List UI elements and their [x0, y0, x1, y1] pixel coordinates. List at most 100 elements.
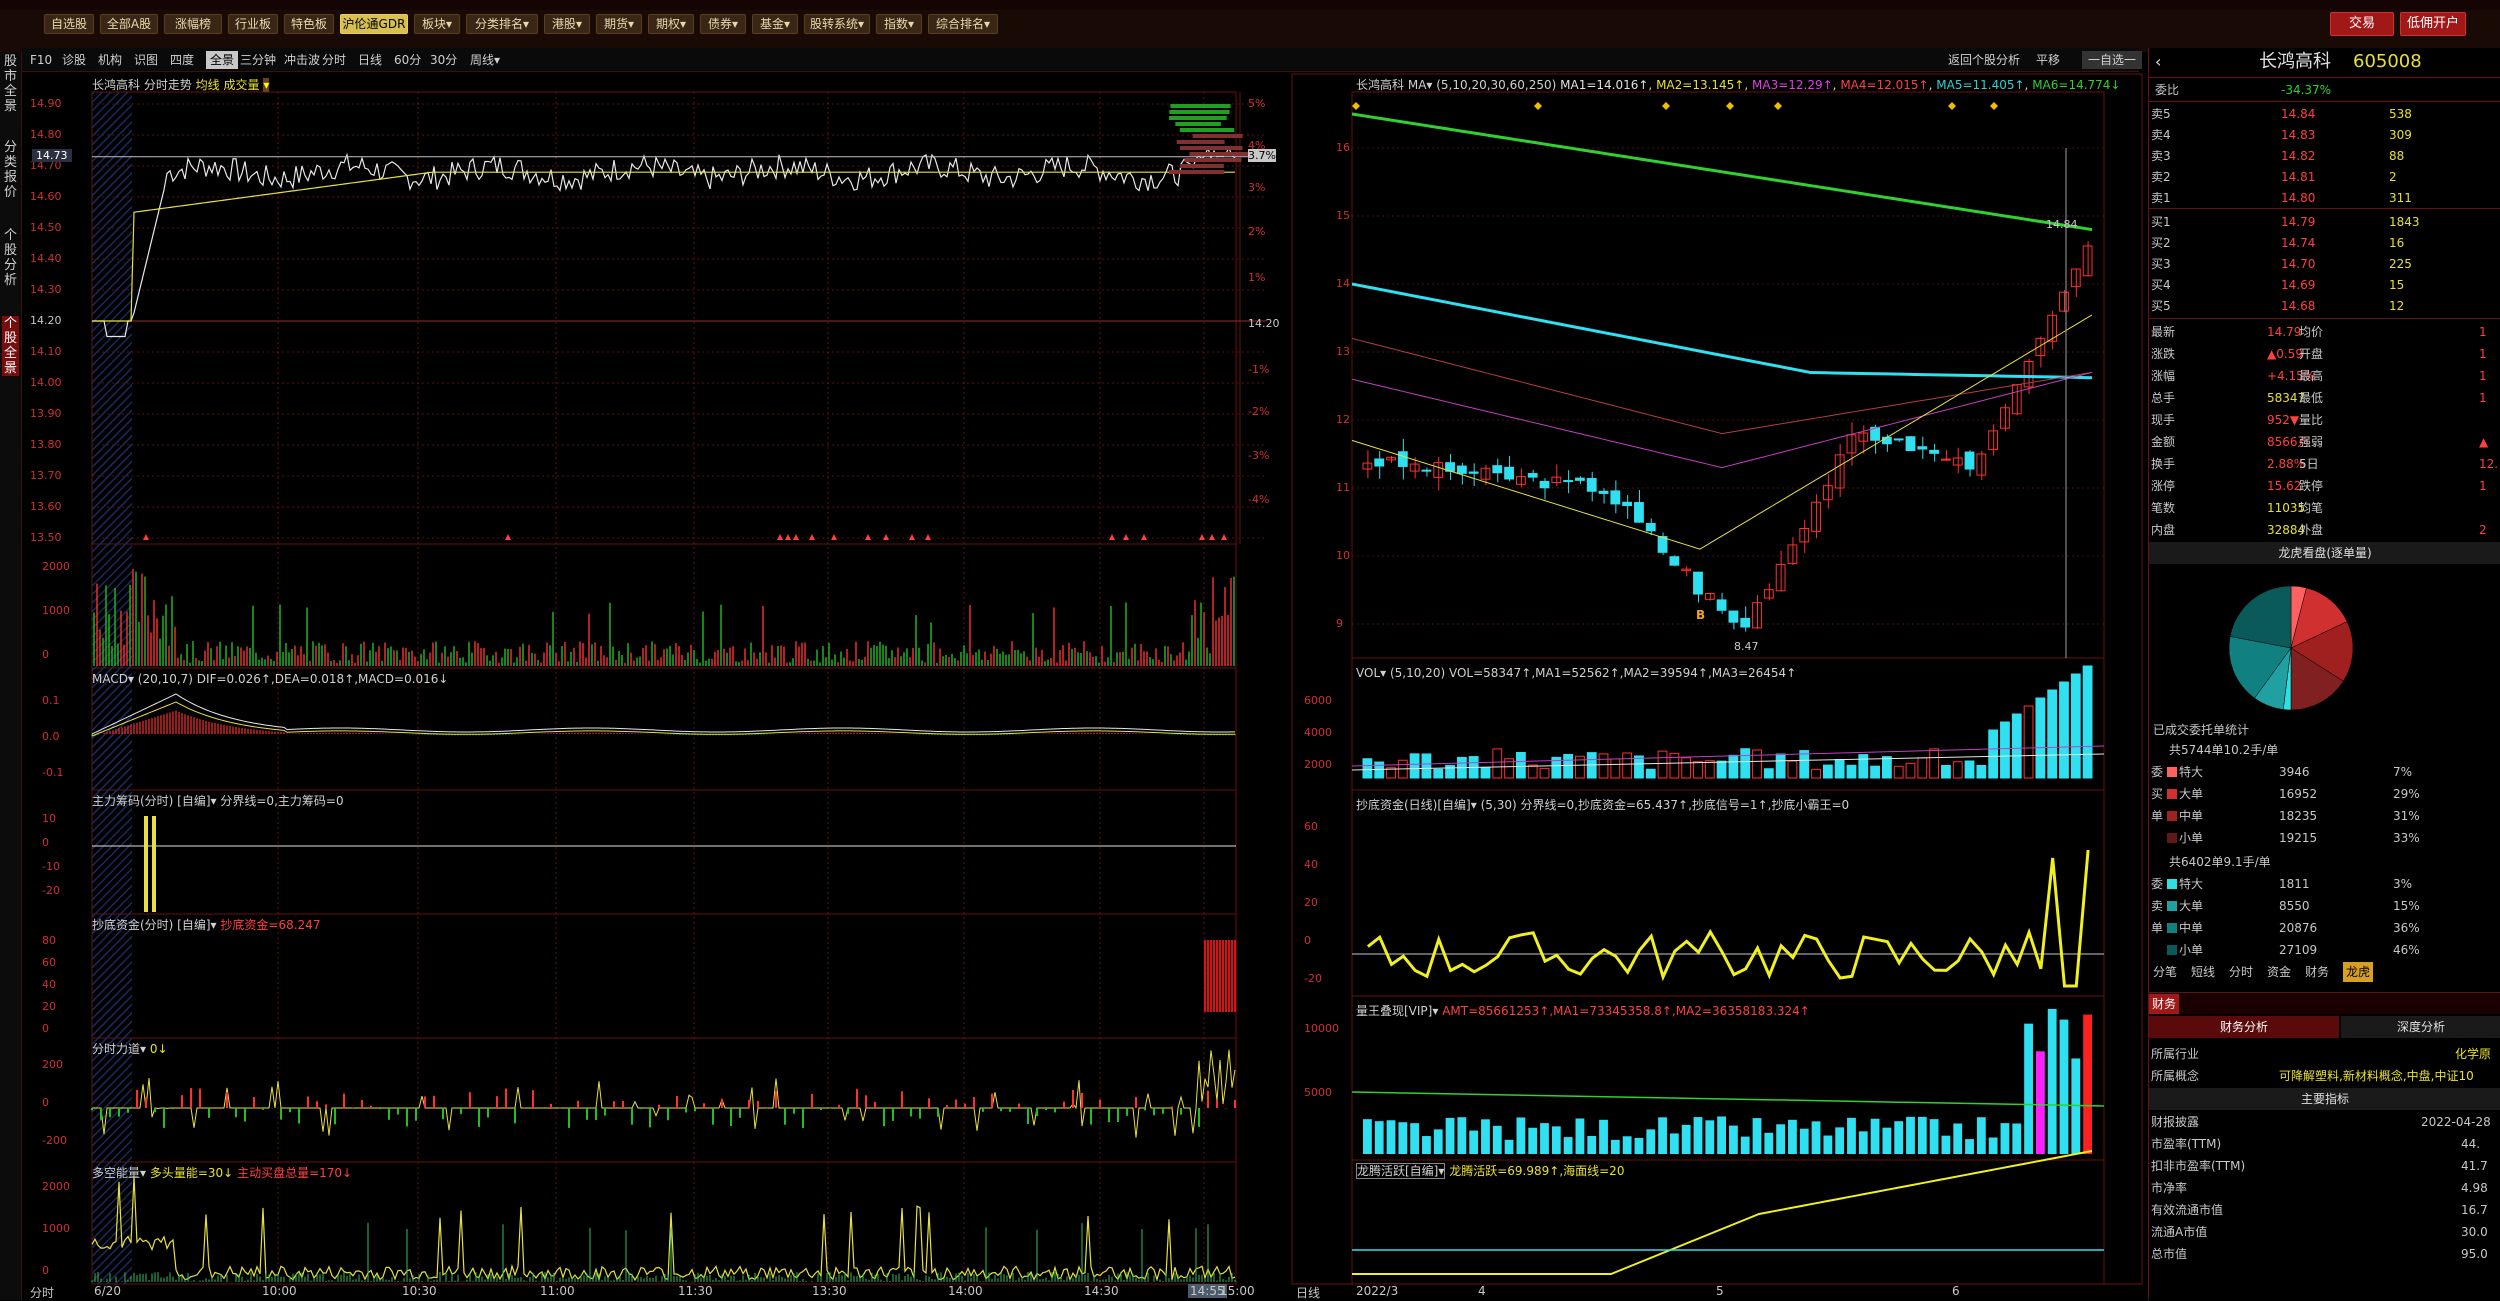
toolbar-item-7[interactable]: 冲击波 [284, 51, 320, 69]
toolbar-right-1[interactable]: 平移 [2036, 51, 2060, 69]
tab-stock-panorama[interactable]: 个股全景 [2, 316, 19, 376]
quote-tab-0[interactable]: 分笔 [2153, 962, 2177, 982]
fin-row: 市净率 4.98 [2151, 1181, 2488, 1195]
back-arrow-icon[interactable]: ‹ [2155, 52, 2161, 72]
menu-item-14[interactable]: 指数▾ [876, 14, 922, 34]
legend-swatch [2167, 811, 2177, 821]
tab-market-overview[interactable]: 股市全景 [2, 54, 19, 114]
pane-tick: -20 [42, 884, 60, 897]
quote-tab-2[interactable]: 分时 [2229, 962, 2253, 982]
kline-price-tick: 9 [1336, 617, 1343, 630]
menu-item-13[interactable]: 股转系统▾ [804, 14, 870, 34]
quote-tab-5[interactable]: 龙虎 [2343, 962, 2374, 982]
buy-order-row: 特大 3946 7% 委 [2151, 765, 2413, 779]
kline-period-label[interactable]: 日线 [1296, 1284, 1320, 1301]
menu-item-12[interactable]: 基金▾ [752, 14, 798, 34]
tab-deep-analysis[interactable]: 深度分析 [2341, 1016, 2500, 1038]
stock-code: 605008 [2353, 51, 2422, 72]
pct-tick: -3% [1248, 449, 1270, 462]
toolbar-right-2[interactable]: 一自选一 [2082, 51, 2143, 69]
menu-item-0[interactable]: 自选股 [44, 14, 94, 34]
menu-item-1[interactable]: 全部A股 [100, 14, 158, 34]
candle [1515, 476, 1526, 485]
candle [1728, 610, 1739, 623]
long-short-title: 多空能量▾ 多头量能=30↓ 主动买盘总量=170↓ [92, 1166, 353, 1180]
ask-row: 卖4 14.83 309 [2151, 128, 2412, 142]
toolbar-item-0[interactable]: F10 [30, 51, 52, 69]
buy-order-row: 小单 19215 33% [2149, 828, 2500, 848]
ask-row: 卖1 14.80 311 [2151, 191, 2412, 205]
menu-item-7[interactable]: 分类排名▾ [466, 14, 538, 34]
toolbar-item-4[interactable]: 四度 [170, 51, 194, 69]
toolbar-item-6[interactable]: 三分钟 [240, 51, 276, 69]
tab-category-quotes[interactable]: 分类报价 [2, 140, 19, 200]
menu-item-6[interactable]: 板块▾ [414, 14, 460, 34]
quote-tab-4[interactable]: 财务 [2305, 962, 2329, 982]
ask-row: 卖3 14.82 88 [2151, 149, 2405, 163]
toolbar-item-11[interactable]: 30分 [430, 51, 457, 69]
candle [1669, 556, 1680, 566]
toolbar-right-0[interactable]: 返回个股分析 [1948, 51, 2020, 69]
price-tick: 14.10 [30, 345, 62, 358]
kline-price-tick: 16 [1336, 141, 1350, 154]
price-line [92, 146, 1236, 338]
price-tick: 13.50 [30, 531, 62, 544]
kline-bottom-fund-title: 抄底资金(日线)[自编]▾ (5,30) 分界线=0,抄底资金=65.437↑,… [1356, 798, 1850, 812]
pane-tick: 0 [42, 1264, 49, 1277]
open-account-button[interactable]: 低佣开户 [2400, 12, 2466, 36]
candle [1716, 599, 1727, 611]
buy-order-row: 大单 16952 29% 买 [2151, 787, 2420, 801]
candle [1492, 465, 1503, 474]
toolbar-item-1[interactable]: 诊股 [62, 51, 86, 69]
stat-row: 涨幅 +4.15% 最高 1 [2151, 369, 2487, 383]
sell-order-row: 大单 8550 15% 卖 [2151, 899, 2420, 913]
bid-row: 买2 14.74 16 [2151, 236, 2405, 250]
pane-tick: 0 [42, 648, 49, 661]
stat-row: 最新 14.79 均价 1 [2151, 325, 2487, 339]
toolbar-item-5[interactable]: 全景 [206, 51, 239, 69]
period-label[interactable]: 分时 [30, 1284, 54, 1301]
trade-button[interactable]: 交易 [2330, 12, 2394, 36]
tab-stock-analysis[interactable]: 个股分析 [2, 228, 19, 288]
menu-item-15[interactable]: 综合排名▾ [928, 14, 998, 34]
quote-panel: ‹ 长鸿高科 605008 委比 -34.37% 卖5 14.84 538 卖4 14.8… [2148, 48, 2500, 1300]
menu-item-8[interactable]: 港股▾ [544, 14, 590, 34]
tab-finance[interactable]: 财务 [2149, 994, 2179, 1014]
candle [1598, 490, 1609, 494]
menu-item-10[interactable]: 期权▾ [648, 14, 694, 34]
kline-price-tick: 15 [1336, 209, 1350, 222]
legend-swatch [2167, 789, 2177, 799]
legend-swatch [2167, 833, 2177, 843]
time-tick: 14:00 [948, 1284, 983, 1298]
candle [1881, 436, 1892, 445]
toolbar-item-12[interactable]: 周线▾ [470, 51, 500, 69]
menu-item-4[interactable]: 特色板 [284, 14, 334, 34]
price-tick: 14.80 [30, 128, 62, 141]
pane-tick: -10 [42, 860, 60, 873]
pane-tick: 200 [42, 1058, 63, 1071]
toolbar-item-2[interactable]: 机构 [98, 51, 122, 69]
candle [1929, 449, 1940, 454]
menu-item-5[interactable]: 沪伦通GDR [340, 14, 408, 34]
menu-item-3[interactable]: 行业板 [228, 14, 278, 34]
pct-tick: 3.7% [1248, 149, 1276, 162]
menu-item-9[interactable]: 期货▾ [596, 14, 642, 34]
pct-tick: 2% [1248, 225, 1266, 238]
kline-pane-tick: 4000 [1304, 726, 1332, 739]
current-price-label: 14.73 [32, 149, 72, 162]
orders-title: 已成交委托单统计 [2153, 723, 2250, 737]
high-price-label: 14.84 [2046, 218, 2078, 231]
time-tick: 15:00 [1220, 1284, 1255, 1298]
menu-item-11[interactable]: 债券▾ [700, 14, 746, 34]
quote-tab-1[interactable]: 短线 [2191, 962, 2215, 982]
toolbar-item-10[interactable]: 60分 [394, 51, 421, 69]
tab-fin-analysis[interactable]: 财务分析 [2149, 1016, 2339, 1038]
toolbar-item-9[interactable]: 日线 [358, 51, 382, 69]
candle [1456, 465, 1467, 474]
quote-tab-3[interactable]: 资金 [2267, 962, 2291, 982]
stat-row: 笔数 11035 均笔 [2151, 501, 2324, 515]
toolbar-item-3[interactable]: 识图 [134, 51, 158, 69]
toolbar-item-8[interactable]: 分时 [322, 51, 346, 69]
menu-item-2[interactable]: 涨幅榜 [164, 14, 222, 34]
pct-tick: 14.20 [1248, 317, 1280, 330]
